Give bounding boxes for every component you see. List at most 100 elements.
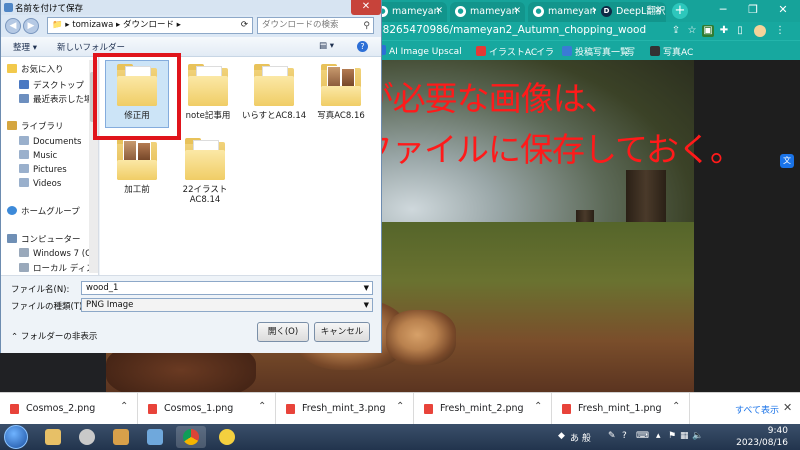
bookmark-item[interactable]: イラストAC	[476, 45, 537, 58]
ime-mode[interactable]: あ 般	[570, 431, 591, 444]
chevron-up-icon[interactable]: ⌃	[534, 401, 542, 412]
chevron-down-icon[interactable]: ▼	[364, 282, 369, 294]
folder-icon	[321, 62, 361, 106]
nav-pictures[interactable]: Pictures	[19, 164, 67, 175]
chevron-up-icon[interactable]: ⌃	[120, 401, 128, 412]
extension-icon[interactable]: ▣	[702, 25, 714, 37]
close-tab-icon[interactable]: ✕	[654, 2, 662, 21]
tray-expand-icon[interactable]: ▴	[656, 431, 661, 441]
sidebar-icon[interactable]: ▯	[734, 25, 746, 37]
download-item[interactable]: Cosmos_2.png ⌃	[0, 393, 138, 425]
refresh-icon[interactable]: ⟳	[241, 18, 248, 33]
clock[interactable]: 9:40 2023/08/16	[702, 425, 788, 449]
browser-tab[interactable]: D DeepL翻訳 ✕	[596, 2, 666, 22]
nav-computer[interactable]: コンピューター	[7, 233, 81, 245]
new-tab-button[interactable]: +	[672, 3, 688, 19]
menu-icon[interactable]: ⋮	[774, 25, 786, 37]
dialog-close-button[interactable]: ✕	[351, 0, 381, 15]
help-icon[interactable]: ?	[622, 431, 627, 441]
translate-icon[interactable]: 文	[780, 154, 794, 168]
breadcrumb-item[interactable]: ダウンロード	[123, 20, 174, 30]
taskbar-app[interactable]	[212, 426, 242, 448]
open-button[interactable]: 開く(O)	[257, 322, 309, 342]
maximize-icon[interactable]: ❐	[738, 0, 768, 22]
download-item[interactable]: Fresh_mint_1.png ⌃	[552, 393, 690, 425]
chevron-up-icon[interactable]: ⌃	[258, 401, 266, 412]
chevron-down-icon[interactable]: ▼	[364, 299, 369, 311]
show-all-downloads-link[interactable]: すべて表示	[735, 403, 779, 416]
minimize-icon[interactable]: ─	[708, 0, 738, 22]
bookmark-item[interactable]: 写	[626, 45, 635, 58]
nav-documents[interactable]: Documents	[19, 136, 81, 147]
filename-input[interactable]: wood_1 ▼	[81, 281, 373, 295]
folder-item[interactable]: 22イラスト AC8.14	[171, 136, 239, 205]
forward-button[interactable]: ▶	[23, 18, 39, 34]
new-folder-button[interactable]: 新しいフォルダー	[57, 41, 125, 53]
close-tab-icon[interactable]: ✕	[513, 2, 521, 21]
keyboard-icon[interactable]: ⌨	[636, 431, 649, 441]
back-button[interactable]: ◀	[5, 18, 21, 34]
browser-tab[interactable]: ●mameyan✕	[528, 2, 603, 22]
nav-favorites[interactable]: お気に入り	[7, 63, 64, 75]
address-bar[interactable]: 38265470986/mameyan2_Autumn_chopping_woo…	[370, 22, 800, 40]
filetype-select[interactable]: PNG Image ▼	[81, 298, 373, 312]
image-file-icon	[148, 404, 157, 414]
close-window-icon[interactable]: ✕	[768, 0, 798, 22]
nav-desktop[interactable]: デスクトップ	[19, 79, 84, 91]
nav-music[interactable]: Music	[19, 150, 57, 161]
bookmark-item[interactable]: AI Image Upscal	[376, 45, 462, 57]
share-icon[interactable]: ⇪	[670, 25, 682, 37]
nav-recent-places[interactable]: 最近表示した場所	[19, 93, 98, 105]
app-icon	[79, 429, 95, 445]
network-icon[interactable]: ▦	[680, 431, 689, 441]
browser-tab[interactable]: ●mameyan✕	[450, 2, 525, 22]
chevron-up-icon[interactable]: ⌃	[672, 401, 680, 412]
folder-item[interactable]: note記事用	[173, 62, 243, 121]
close-tab-icon[interactable]: ✕	[435, 2, 443, 21]
download-item[interactable]: Fresh_mint_3.png ⌃	[276, 393, 414, 425]
ime-tool-icon[interactable]: ✎	[608, 431, 616, 441]
recent-places-icon	[19, 94, 29, 103]
folder-item[interactable]: いらすとAC8.14	[239, 62, 309, 121]
download-item[interactable]: Fresh_mint_2.png ⌃	[414, 393, 552, 425]
taskbar-app[interactable]	[72, 426, 102, 448]
music-icon	[19, 150, 29, 159]
download-filename: Fresh_mint_3.png	[302, 403, 386, 414]
nav-drive-c[interactable]: Windows 7 (C:)	[19, 248, 97, 259]
search-input[interactable]: ダウンロードの検索 ⚲	[257, 17, 374, 34]
tab-strip: ●mameyan✕ ●mameyan✕ ●mameyan✕ DDeepL翻訳✕ …	[370, 0, 800, 22]
cancel-button[interactable]: キャンセル	[314, 322, 370, 342]
path-breadcrumb[interactable]: 📁 ▸ tomizawa ▸ ダウンロード ▸ ⟳	[47, 17, 253, 34]
help-icon[interactable]: ?	[357, 41, 368, 52]
flag-icon[interactable]: ⚑	[668, 431, 676, 441]
bookmark-item[interactable]: イラ	[536, 45, 554, 58]
breadcrumb-item[interactable]: tomizawa	[72, 20, 113, 30]
chevron-up-icon[interactable]: ⌃	[396, 401, 404, 412]
download-item[interactable]: Cosmos_1.png ⌃	[138, 393, 276, 425]
windows-taskbar: ◆ あ 般 ✎ ? ⌨ ▴ ⚑ ▦ 🔈 9:40 2023/08/16	[0, 424, 800, 450]
taskbar-explorer[interactable]	[38, 426, 68, 448]
start-button[interactable]	[4, 425, 28, 449]
folder-item[interactable]: 写真AC8.16	[306, 62, 376, 121]
close-shelf-icon[interactable]: ✕	[783, 401, 792, 414]
drive-icon	[19, 263, 29, 272]
extensions-puzzle-icon[interactable]: ✚	[718, 25, 730, 37]
bookmark-star-icon[interactable]: ☆	[686, 25, 698, 37]
nav-local-disk[interactable]: ローカル ディス	[19, 262, 95, 274]
taskbar-app[interactable]	[140, 426, 170, 448]
profile-avatar[interactable]	[754, 25, 766, 37]
browser-tab[interactable]: ●mameyan✕	[372, 2, 447, 22]
nav-homegroup[interactable]: ホームグループ	[7, 205, 80, 217]
nav-libraries[interactable]: ライブラリ	[7, 120, 64, 132]
bookmark-item[interactable]: 投稿写真一覧	[562, 45, 629, 58]
view-options-icon[interactable]: ▤ ▾	[319, 41, 334, 51]
organize-button[interactable]: 整理 ▾	[13, 41, 37, 53]
hide-folders-toggle[interactable]: ⌃ フォルダーの非表示	[11, 330, 97, 342]
nav-videos[interactable]: Videos	[19, 178, 61, 189]
folder-item[interactable]: 加工前	[102, 136, 172, 195]
taskbar-chrome[interactable]	[176, 426, 206, 448]
dialog-titlebar: 名前を付けて保存 ✕	[1, 0, 381, 15]
bookmark-item[interactable]: 写真AC	[650, 45, 693, 58]
dropbox-icon[interactable]: ◆	[558, 431, 565, 441]
taskbar-paint[interactable]	[106, 426, 136, 448]
